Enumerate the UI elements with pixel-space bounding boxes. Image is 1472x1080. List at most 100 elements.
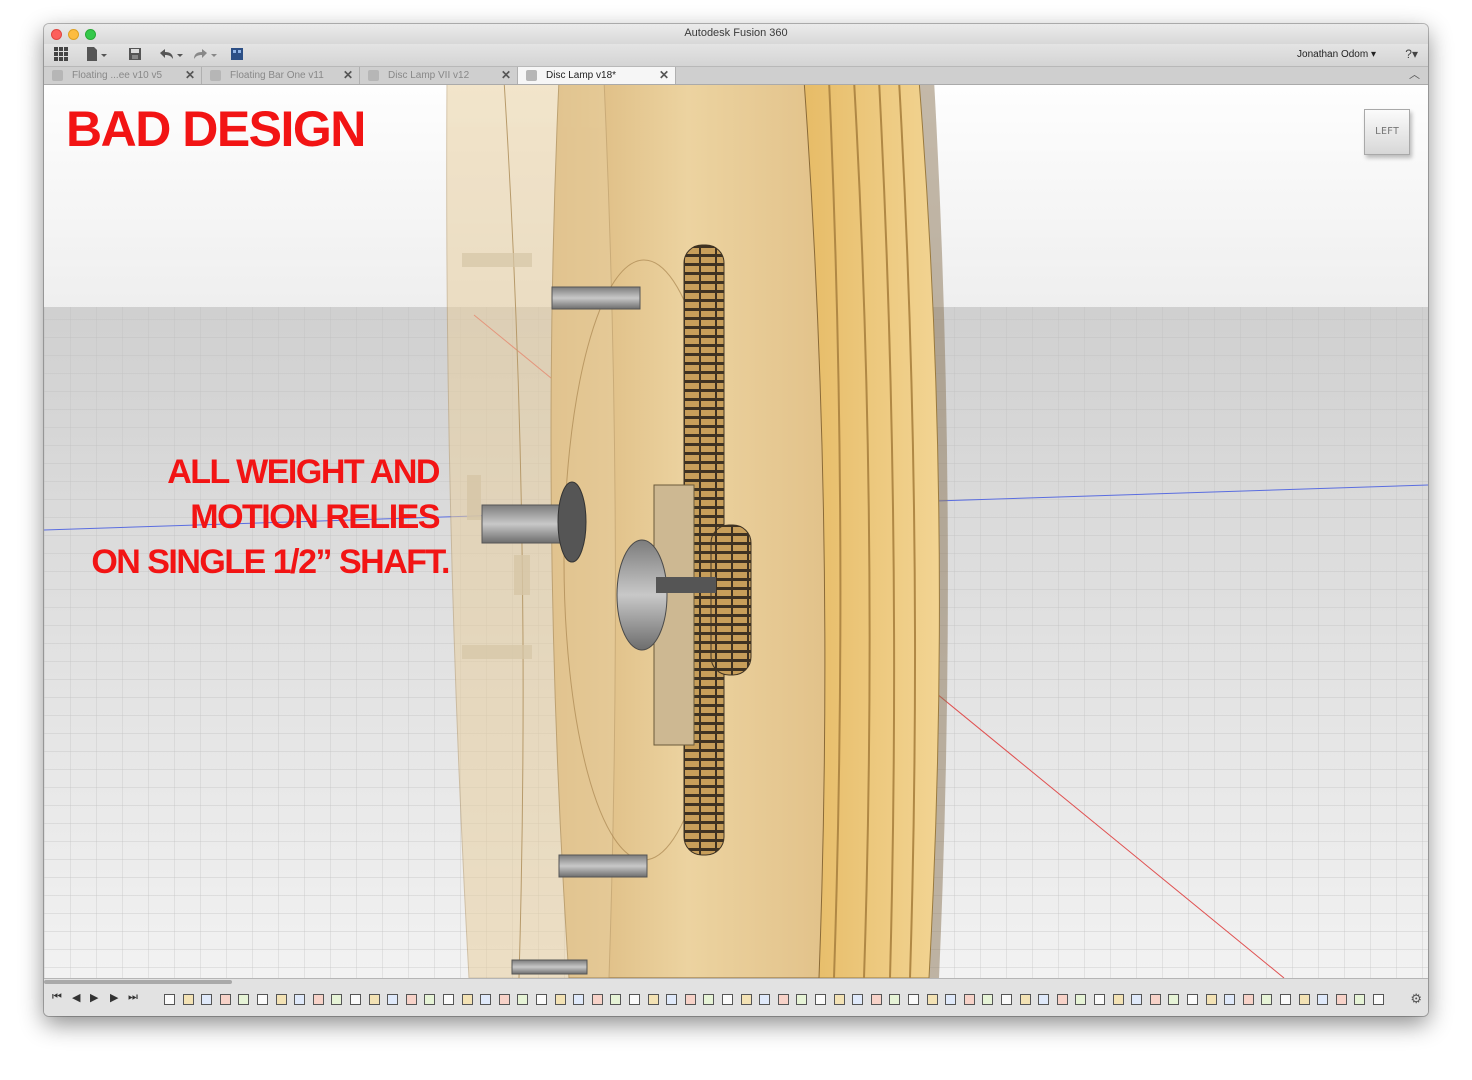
timeline-feature[interactable] (1131, 994, 1143, 1005)
timeline-feature[interactable] (1094, 994, 1105, 1005)
timeline-feature[interactable] (684, 994, 696, 1005)
timeline-feature[interactable] (461, 994, 473, 1005)
timeline-feature[interactable] (740, 994, 752, 1005)
timeline-feature[interactable] (480, 994, 492, 1005)
timeline-feature[interactable] (629, 994, 640, 1005)
step-forward-icon[interactable]: ▶ (110, 991, 118, 1004)
motor (616, 539, 668, 651)
timeline-feature[interactable] (219, 994, 231, 1005)
document-tab[interactable]: Disc Lamp VII v12 ✕ (360, 67, 518, 84)
timeline-feature[interactable] (982, 994, 994, 1005)
timeline-feature[interactable] (815, 994, 826, 1005)
timeline-feature[interactable] (610, 994, 622, 1005)
timeline-feature[interactable] (182, 994, 194, 1005)
timeline-feature[interactable] (350, 994, 361, 1005)
timeline-feature[interactable] (554, 994, 566, 1005)
timeline-feature[interactable] (238, 994, 250, 1005)
shaft-collar (557, 481, 587, 563)
timeline-feature[interactable] (1112, 994, 1124, 1005)
timeline-feature[interactable] (796, 994, 808, 1005)
collapse-chevron-icon[interactable]: ︿ (1409, 67, 1420, 84)
timeline-feature[interactable] (1373, 994, 1384, 1005)
timeline-feature[interactable] (759, 994, 771, 1005)
timeline-feature[interactable] (1354, 994, 1366, 1005)
timeline-feature[interactable] (591, 994, 603, 1005)
timeline-feature[interactable] (498, 994, 510, 1005)
document-tab-active[interactable]: Disc Lamp v18* ✕ (518, 67, 676, 84)
timeline-feature[interactable] (963, 994, 975, 1005)
step-back-icon[interactable]: ◀ (72, 991, 80, 1004)
timeline-feature[interactable] (257, 994, 268, 1005)
timeline-feature[interactable] (1187, 994, 1198, 1005)
timeline-feature[interactable] (908, 994, 919, 1005)
view-cube[interactable]: LEFT (1364, 109, 1410, 155)
timeline-feature[interactable] (1038, 994, 1050, 1005)
timeline-feature[interactable] (517, 994, 529, 1005)
motor-shaft (656, 577, 716, 593)
timeline-feature[interactable] (1149, 994, 1161, 1005)
timeline-feature[interactable] (331, 994, 343, 1005)
skip-start-icon[interactable]: ⏮ (52, 991, 62, 1004)
timeline-feature[interactable] (1224, 994, 1236, 1005)
timeline-feature[interactable] (1298, 994, 1310, 1005)
timeline-feature[interactable] (275, 994, 287, 1005)
standoff (511, 959, 588, 975)
timeline-feature[interactable] (1335, 994, 1347, 1005)
timeline-feature[interactable] (164, 994, 175, 1005)
timeline-feature[interactable] (1242, 994, 1254, 1005)
timeline-feature[interactable] (368, 994, 380, 1005)
timeline-feature[interactable] (424, 994, 436, 1005)
skip-end-icon[interactable]: ⏭ (128, 991, 138, 1004)
timeline-feature[interactable] (945, 994, 957, 1005)
settings-gear-icon[interactable]: ⚙ (1410, 991, 1422, 1007)
timeline-feature[interactable] (405, 994, 417, 1005)
timeline-feature[interactable] (833, 994, 845, 1005)
timeline-feature[interactable] (703, 994, 715, 1005)
timeline-feature[interactable] (722, 994, 733, 1005)
standoff (551, 286, 641, 310)
timeline-feature[interactable] (443, 994, 454, 1005)
document-tab[interactable]: Floating ...ee v10 v5 ✕ (44, 67, 202, 84)
timeline-feature[interactable] (1168, 994, 1180, 1005)
timeline-feature[interactable] (1317, 994, 1329, 1005)
close-tab-icon[interactable]: ✕ (501, 67, 511, 84)
timeline-feature[interactable] (1205, 994, 1217, 1005)
timeline-feature[interactable] (777, 994, 789, 1005)
timeline-feature[interactable] (312, 994, 324, 1005)
timeline-feature[interactable] (387, 994, 399, 1005)
close-tab-icon[interactable]: ✕ (343, 67, 353, 84)
save-icon[interactable] (128, 47, 142, 63)
timeline-feature[interactable] (1280, 994, 1291, 1005)
timeline-feature[interactable] (926, 994, 938, 1005)
timeline-feature[interactable] (647, 994, 659, 1005)
timeline-feature[interactable] (1019, 994, 1031, 1005)
timeline-feature[interactable] (1056, 994, 1068, 1005)
redo-icon[interactable] (192, 47, 218, 63)
3d-viewport[interactable]: BAD DESIGN ALL WEIGHT AND MOTION RELIES … (44, 85, 1428, 978)
timeline-feature[interactable] (573, 994, 585, 1005)
data-panel-icon[interactable] (230, 47, 244, 63)
undo-icon[interactable] (158, 47, 184, 63)
help-menu[interactable]: ?▾ (1405, 47, 1418, 61)
user-menu[interactable]: Jonathan Odom ▾ (1297, 49, 1376, 60)
play-icon[interactable]: ▶ (90, 991, 98, 1004)
tab-label: Disc Lamp VII v12 (388, 70, 470, 81)
timeline-feature[interactable] (1001, 994, 1012, 1005)
close-tab-icon[interactable]: ✕ (659, 67, 669, 84)
file-icon[interactable] (86, 47, 110, 63)
window-title: Autodesk Fusion 360 (684, 27, 788, 39)
close-tab-icon[interactable]: ✕ (185, 67, 195, 84)
timeline-feature[interactable] (870, 994, 882, 1005)
grid-menu-icon[interactable] (54, 47, 68, 63)
timeline-feature[interactable] (1075, 994, 1087, 1005)
timeline-feature[interactable] (666, 994, 678, 1005)
timeline-feature[interactable] (889, 994, 901, 1005)
timeline-scrollbar[interactable] (44, 980, 232, 984)
bracket-ghost (514, 555, 530, 595)
timeline-feature[interactable] (852, 994, 864, 1005)
timeline-feature[interactable] (536, 994, 547, 1005)
timeline-feature[interactable] (1261, 994, 1273, 1005)
timeline-feature[interactable] (201, 994, 213, 1005)
document-tab[interactable]: Floating Bar One v11 ✕ (202, 67, 360, 84)
timeline-feature[interactable] (294, 994, 306, 1005)
